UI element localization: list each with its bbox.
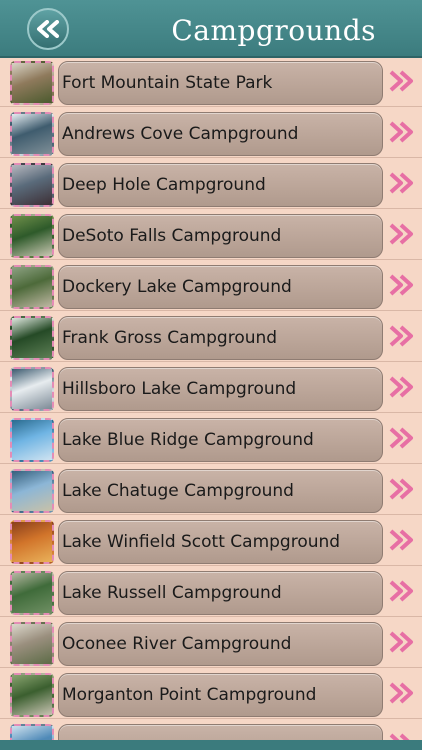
- campground-button[interactable]: Fort Mountain State Park: [58, 61, 383, 105]
- campground-name: Frank Gross Campground: [62, 328, 278, 348]
- campground-name: Fort Mountain State Park: [62, 73, 273, 93]
- double-chevron-right-icon[interactable]: [389, 70, 415, 92]
- list-item[interactable]: DeSoto Falls Campground: [0, 209, 422, 260]
- double-chevron-right-icon[interactable]: [389, 529, 415, 551]
- campground-name: Hillsboro Lake Campground: [62, 379, 297, 399]
- campground-thumbnail: [10, 163, 54, 207]
- back-button[interactable]: [27, 8, 69, 50]
- campground-thumbnail: [10, 469, 54, 513]
- campground-button[interactable]: Lake Russell Campground: [58, 571, 383, 615]
- double-chevron-right-icon[interactable]: [389, 121, 415, 143]
- campground-button[interactable]: Deep Hole Campground: [58, 163, 383, 207]
- double-chevron-right-icon[interactable]: [389, 478, 415, 500]
- campground-button[interactable]: Morganton Point Campground: [58, 673, 383, 717]
- double-chevron-right-icon[interactable]: [389, 223, 415, 245]
- list-item[interactable]: Deep Hole Campground: [0, 158, 422, 209]
- campground-button[interactable]: Lake Chatuge Campground: [58, 469, 383, 513]
- list-item[interactable]: Andrews Cove Campground: [0, 107, 422, 158]
- campground-button[interactable]: Andrews Cove Campground: [58, 112, 383, 156]
- list-item[interactable]: Frank Gross Campground: [0, 311, 422, 362]
- list-item[interactable]: Hillsboro Lake Campground: [0, 362, 422, 413]
- campground-name: Deep Hole Campground: [62, 175, 266, 195]
- campground-thumbnail: [10, 418, 54, 462]
- campground-thumbnail: [10, 367, 54, 411]
- double-chevron-right-icon[interactable]: [389, 274, 415, 296]
- campground-name: Lake Winfield Scott Campground: [62, 532, 341, 552]
- double-chevron-right-icon[interactable]: [389, 733, 415, 740]
- double-chevron-right-icon[interactable]: [389, 580, 415, 602]
- list-item[interactable]: Lake Russell Campground: [0, 566, 422, 617]
- campground-thumbnail: [10, 61, 54, 105]
- list-item[interactable]: Dockery Lake Campground: [0, 260, 422, 311]
- campground-thumbnail: [10, 622, 54, 666]
- double-chevron-right-icon[interactable]: [389, 631, 415, 653]
- campground-thumbnail: [10, 520, 54, 564]
- list-item[interactable]: [0, 719, 422, 740]
- campground-name: Morganton Point Campground: [62, 685, 317, 705]
- list-item[interactable]: Morganton Point Campground: [0, 668, 422, 719]
- campground-button[interactable]: Lake Blue Ridge Campground: [58, 418, 383, 462]
- list-item[interactable]: Oconee River Campground: [0, 617, 422, 668]
- campground-thumbnail: [10, 112, 54, 156]
- double-chevron-right-icon[interactable]: [389, 172, 415, 194]
- campground-thumbnail: [10, 265, 54, 309]
- double-chevron-right-icon[interactable]: [389, 376, 415, 398]
- list-item[interactable]: Fort Mountain State Park: [0, 56, 422, 107]
- double-chevron-left-icon: [37, 20, 59, 38]
- campground-thumbnail: [10, 724, 54, 740]
- campground-thumbnail: [10, 214, 54, 258]
- campground-name: Andrews Cove Campground: [62, 124, 299, 144]
- list-item[interactable]: Lake Winfield Scott Campground: [0, 515, 422, 566]
- campground-thumbnail: [10, 571, 54, 615]
- list-item[interactable]: Lake Chatuge Campground: [0, 464, 422, 515]
- campground-button[interactable]: [58, 724, 383, 740]
- bottom-bar: [0, 740, 422, 750]
- campground-name: Lake Chatuge Campground: [62, 481, 294, 501]
- campground-button[interactable]: Frank Gross Campground: [58, 316, 383, 360]
- campground-name: Oconee River Campground: [62, 634, 292, 654]
- double-chevron-right-icon[interactable]: [389, 427, 415, 449]
- campground-button[interactable]: Lake Winfield Scott Campground: [58, 520, 383, 564]
- double-chevron-right-icon[interactable]: [389, 325, 415, 347]
- campground-thumbnail: [10, 673, 54, 717]
- app-header: Campgrounds: [0, 0, 422, 58]
- campground-button[interactable]: Dockery Lake Campground: [58, 265, 383, 309]
- page-title: Campgrounds: [171, 14, 376, 47]
- campground-thumbnail: [10, 316, 54, 360]
- campground-name: Dockery Lake Campground: [62, 277, 292, 297]
- campground-list[interactable]: Fort Mountain State Park Andrews Cove Cam…: [0, 56, 422, 740]
- campground-button[interactable]: Oconee River Campground: [58, 622, 383, 666]
- campground-name: Lake Blue Ridge Campground: [62, 430, 314, 450]
- campground-name: DeSoto Falls Campground: [62, 226, 282, 246]
- list-item[interactable]: Lake Blue Ridge Campground: [0, 413, 422, 464]
- campground-button[interactable]: Hillsboro Lake Campground: [58, 367, 383, 411]
- double-chevron-right-icon[interactable]: [389, 682, 415, 704]
- campground-button[interactable]: DeSoto Falls Campground: [58, 214, 383, 258]
- campground-name: Lake Russell Campground: [62, 583, 282, 603]
